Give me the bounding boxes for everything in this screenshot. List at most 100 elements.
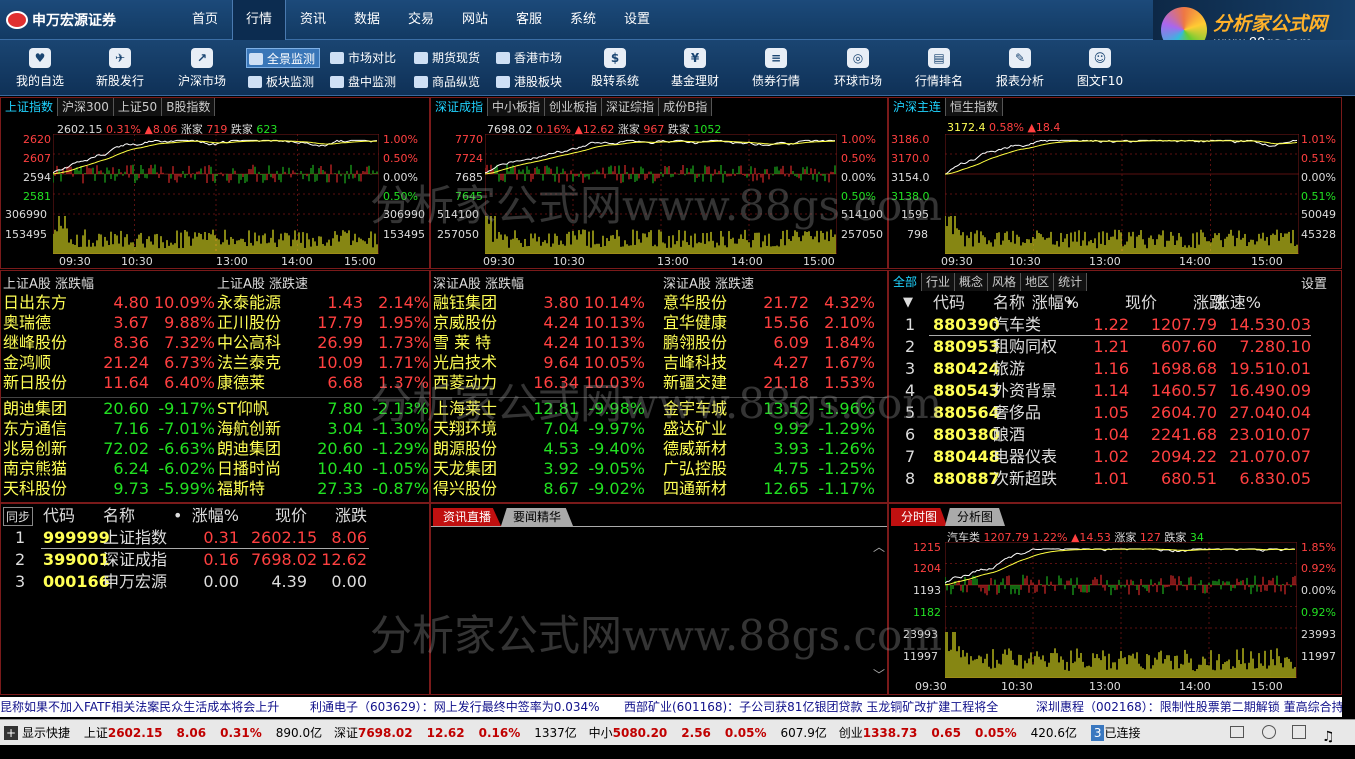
average-line — [945, 140, 1298, 175]
tab-b-share[interactable]: B股指数 — [162, 98, 216, 116]
market-compare-button[interactable]: 市场对比 — [328, 48, 402, 68]
column-header: 名称 — [103, 506, 136, 525]
sector-name: 次新超跌 — [993, 469, 1058, 488]
stock-price: 3.04 — [327, 419, 363, 438]
sector-monitor-button[interactable]: 板块监测 — [246, 72, 320, 92]
scroll-down-icon[interactable]: ﹀ — [873, 666, 885, 683]
scroll-up-icon[interactable]: ︿ — [873, 538, 885, 555]
sector-settings-button[interactable]: 设置 — [1301, 273, 1327, 292]
commodity-overview-button[interactable]: 商品纵览 — [412, 72, 486, 92]
top-menu-bar: 申万宏源证券 首页 行情 资讯 数据 交易 网站 客服 系统 设置 — [0, 0, 1355, 40]
sector-name: 旅游 — [993, 359, 1026, 378]
bond-button[interactable]: ≡ 债券行情 — [744, 40, 808, 96]
futures-spot-button[interactable]: 期货现货 — [412, 48, 486, 68]
nav-home[interactable]: 首页 — [178, 0, 232, 40]
sync-toggle[interactable]: 同步 — [3, 507, 34, 526]
stock-price: 3.67 — [113, 313, 149, 332]
show-shortcut-button[interactable]: 显示快捷 — [22, 720, 70, 746]
tab-sse50[interactable]: 上证50 — [113, 98, 163, 116]
intraday-monitor-button[interactable]: 盘中监测 — [328, 72, 402, 92]
my-watchlist-button[interactable]: ♥ 我的自选 — [8, 40, 72, 96]
sort-arrow-icon[interactable]: ▼ — [903, 295, 913, 310]
shsz-market-button[interactable]: ↗ 沪深市场 — [170, 40, 234, 96]
stock-change-pct: 1.73% — [378, 333, 429, 352]
tab-industry[interactable]: 行业 — [922, 273, 956, 291]
row-index: 7 — [905, 447, 916, 466]
monitor-icon — [249, 53, 263, 65]
stock-price: 17.79 — [317, 313, 363, 332]
price: 1207.79 — [1150, 315, 1217, 334]
yen-note-icon: ¥ — [684, 48, 706, 68]
ranking-button[interactable]: ▤ 行情排名 — [907, 40, 971, 96]
tab-stats[interactable]: 统计 — [1054, 273, 1088, 291]
hk-market-button[interactable]: 香港市场 — [494, 48, 568, 68]
hk-sector-button[interactable]: 港股板块 — [494, 72, 568, 92]
stock-price: 27.33 — [317, 479, 363, 498]
globe-icon: ◎ — [847, 48, 869, 68]
tab-style[interactable]: 风格 — [988, 273, 1022, 291]
tab-headline-news[interactable]: 要闻精华 — [501, 508, 574, 526]
tab-chinext-index[interactable]: 创业板指 — [545, 98, 603, 116]
fund-button[interactable]: ¥ 基金理财 — [663, 40, 727, 96]
tab-csi300[interactable]: 沪深300 — [58, 98, 114, 116]
nav-data[interactable]: 数据 — [340, 0, 394, 40]
tab-csi-futures[interactable]: 沪深主连 — [889, 98, 947, 116]
nav-website[interactable]: 网站 — [448, 0, 502, 40]
global-market-button[interactable]: ◎ 环球市场 — [826, 40, 890, 96]
tab-sme-index[interactable]: 中小板指 — [488, 98, 546, 116]
speed: 0.07 — [1275, 447, 1311, 466]
monitor-icon — [330, 76, 344, 88]
trend-chart-icon: ↗ — [191, 48, 213, 68]
price: 680.51 — [1161, 469, 1217, 488]
change-pct: 1.22 — [1093, 315, 1129, 334]
selected-row-underline — [929, 335, 1311, 336]
stock-price: 8.36 — [113, 333, 149, 352]
tab-sz-component[interactable]: 深证成指 — [431, 98, 489, 116]
stock-change-pct: 10.13% — [583, 333, 645, 352]
plus-icon[interactable]: + — [4, 726, 18, 740]
tab-all[interactable]: 全部 — [889, 273, 923, 291]
column-header: 现价 — [274, 506, 307, 525]
price-line — [945, 548, 1296, 584]
stock-change-pct: 7.32% — [164, 333, 215, 352]
tab-sz-composite[interactable]: 深证综指 — [602, 98, 660, 116]
sector-ranking-pane: 全部 行业 概念 风格 地区 统计 设置 ▼ 代码 名称 • 涨幅% 现价 涨跌 涨速% 1 88039… — [888, 270, 1342, 503]
nav-service[interactable]: 客服 — [502, 0, 556, 40]
tab-analysis-chart[interactable]: 分析图 — [945, 508, 1006, 526]
nav-quotes[interactable]: 行情 — [232, 0, 286, 40]
stock-change-pct: 6.40% — [164, 373, 215, 392]
tab-component-b[interactable]: 成份B指 — [659, 98, 713, 116]
tab-concept[interactable]: 概念 — [955, 273, 989, 291]
tab-minute-chart[interactable]: 分时图 — [891, 508, 948, 526]
tab-region[interactable]: 地区 — [1021, 273, 1055, 291]
ipo-button[interactable]: ✈ 新股发行 — [88, 40, 152, 96]
tab-live-news[interactable]: 资讯直播 — [433, 508, 502, 526]
stock-price: 20.60 — [103, 399, 149, 418]
keyboard-icon[interactable] — [1230, 726, 1244, 738]
nav-trade[interactable]: 交易 — [394, 0, 448, 40]
signal-icon[interactable] — [1292, 725, 1306, 739]
column-header: 代码 — [43, 506, 76, 525]
nav-news[interactable]: 资讯 — [286, 0, 340, 40]
stock-price: 11.64 — [103, 373, 149, 392]
sector-code: 880953 — [933, 337, 1000, 356]
tab-sh-index[interactable]: 上证指数 — [1, 98, 59, 116]
panorama-monitor-button[interactable]: 全景监测 — [246, 48, 320, 68]
nav-settings[interactable]: 设置 — [610, 0, 664, 40]
news-ticker[interactable]: 昆称如果不加入FATF相关法案民众生活成本将会上升 利通电子（603629）：网… — [0, 697, 1342, 717]
report-analysis-button[interactable]: ✎ 报表分析 — [988, 40, 1052, 96]
service-icon[interactable] — [1262, 725, 1276, 739]
nav-system[interactable]: 系统 — [556, 0, 610, 40]
f10-button[interactable]: ☺ 图文F10 — [1068, 40, 1132, 96]
stock-price: 4.75 — [773, 459, 809, 478]
stock-change-pct: 2.14% — [378, 293, 429, 312]
connection-count-badge: 3 — [1090, 725, 1105, 741]
stock-price: 7.16 — [113, 419, 149, 438]
neeq-button[interactable]: $ 股转系统 — [583, 40, 647, 96]
bell-icon[interactable]: ♫ — [1322, 724, 1335, 750]
stock-change-pct: 10.14% — [583, 293, 645, 312]
average-line — [945, 548, 1296, 586]
stock-price: 3.92 — [543, 459, 579, 478]
tab-hang-seng[interactable]: 恒生指数 — [946, 98, 1004, 116]
speed: 0.01 — [1275, 359, 1311, 378]
